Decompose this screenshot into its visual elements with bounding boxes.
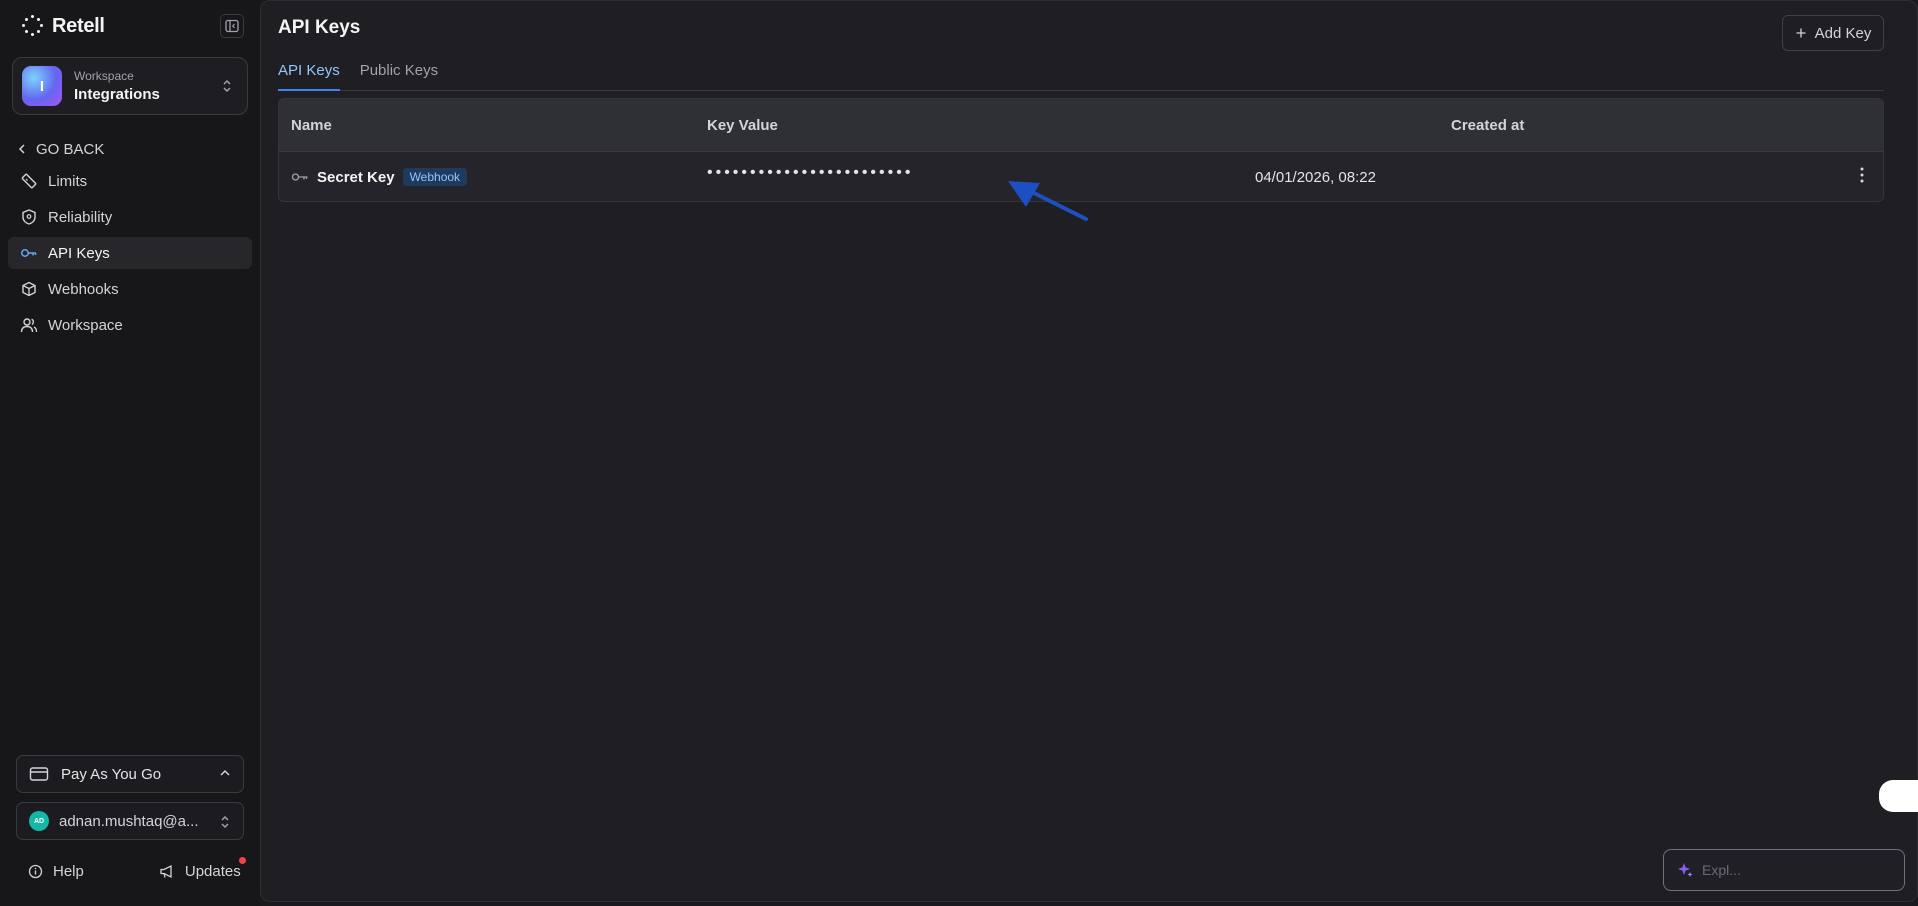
- sidebar-item-label: Webhooks: [48, 280, 119, 298]
- sidebar-item-api-keys[interactable]: API Keys: [8, 237, 252, 269]
- brand-header: Retell: [8, 0, 252, 52]
- column-header-name: Name: [291, 117, 332, 134]
- tab-api-keys[interactable]: API Keys: [278, 59, 340, 91]
- chevron-left-icon: [18, 144, 25, 154]
- sparkle-icon: [1678, 863, 1693, 877]
- workspace-avatar: I: [22, 66, 62, 106]
- side-toggle-handle[interactable]: [1879, 780, 1918, 812]
- sidebar-panel-icon: [225, 19, 239, 33]
- user-email: adnan.mushtaq@a...: [59, 812, 199, 830]
- sidebar-item-label: Reliability: [48, 208, 113, 226]
- sidebar-item-webhooks[interactable]: Webhooks: [8, 273, 252, 305]
- retell-logo-icon: [22, 15, 44, 37]
- sidebar-item-workspace[interactable]: Workspace: [8, 309, 252, 341]
- add-key-label: Add Key: [1814, 24, 1872, 42]
- help-button[interactable]: Help: [28, 863, 84, 880]
- updates-label: Updates: [184, 862, 241, 880]
- key-name-cell: Secret Key Webhook: [291, 168, 468, 186]
- key-name: Secret Key: [317, 168, 395, 186]
- sidebar-item-label: Limits: [48, 172, 88, 190]
- user-menu[interactable]: AD adnan.mushtaq@a...: [16, 802, 244, 840]
- key-value-masked[interactable]: ••••••••••••••••••••••••: [707, 164, 913, 182]
- brand[interactable]: Retell: [22, 15, 105, 38]
- explain-label: Expl...: [1702, 862, 1741, 878]
- more-vertical-icon[interactable]: [1859, 166, 1865, 184]
- collapse-sidebar-button[interactable]: [220, 14, 244, 38]
- brand-name: Retell: [52, 14, 105, 37]
- tab-public-keys[interactable]: Public Keys: [360, 59, 438, 90]
- sidebar-bottom: Pay As You Go AD adnan.mushtaq@a... Help…: [8, 755, 252, 882]
- table-header: Name Key Value Created at: [279, 99, 1883, 152]
- explain-button[interactable]: Expl...: [1663, 849, 1905, 891]
- page-title: API Keys: [278, 17, 361, 38]
- credit-card-icon: [29, 767, 49, 781]
- tab-bar: API Keys Public Keys: [278, 59, 1884, 91]
- help-label: Help: [53, 862, 84, 880]
- main-panel: API Keys Add Key API Keys Public Keys Na…: [260, 0, 1918, 902]
- workspace-name: Integrations: [74, 86, 160, 103]
- sidebar-item-limits[interactable]: Limits: [8, 165, 252, 197]
- sidebar-item-label: Workspace: [48, 316, 123, 334]
- key-icon: [21, 249, 37, 257]
- column-header-created-at: Created at: [1451, 117, 1525, 134]
- go-back-label: GO BACK: [36, 140, 105, 158]
- key-icon: [291, 173, 308, 181]
- add-key-button[interactable]: Add Key: [1782, 15, 1884, 51]
- webhook-badge: Webhook: [402, 168, 468, 186]
- help-row: Help Updates: [8, 856, 252, 882]
- plus-icon: [1796, 28, 1806, 38]
- shield-icon: [22, 209, 36, 225]
- column-header-key-value: Key Value: [707, 117, 778, 134]
- workspace-text: Workspace Integrations: [74, 69, 160, 103]
- info-icon: [28, 864, 43, 878]
- plan-selector[interactable]: Pay As You Go: [16, 755, 244, 793]
- cube-icon: [22, 281, 36, 297]
- sidebar: Retell I Workspace Integrations GO BACK …: [0, 0, 260, 906]
- avatar: AD: [29, 811, 49, 831]
- app-root: Retell I Workspace Integrations GO BACK …: [0, 0, 1918, 906]
- annotation-arrow-icon: [1008, 181, 1088, 221]
- megaphone-icon: [160, 864, 172, 878]
- workspace-switcher[interactable]: I Workspace Integrations: [12, 57, 248, 115]
- sidebar-item-label: API Keys: [48, 244, 110, 262]
- notification-dot: [238, 856, 246, 864]
- sidebar-item-reliability[interactable]: Reliability: [8, 201, 252, 233]
- chevron-up-down-icon: [221, 815, 229, 829]
- workspace-label: Workspace: [74, 69, 134, 83]
- updates-button[interactable]: Updates: [159, 856, 246, 880]
- plan-label: Pay As You Go: [61, 765, 162, 783]
- chevron-up-icon: [220, 769, 230, 776]
- users-icon: [20, 318, 38, 333]
- created-at: 04/01/2026, 08:22: [1255, 169, 1376, 186]
- ruler-icon: [21, 173, 37, 189]
- chevron-up-down-icon: [223, 79, 231, 93]
- go-back-link[interactable]: GO BACK: [8, 139, 252, 159]
- sidebar-nav: Limits Reliability API Keys Webhooks Wor…: [8, 165, 252, 341]
